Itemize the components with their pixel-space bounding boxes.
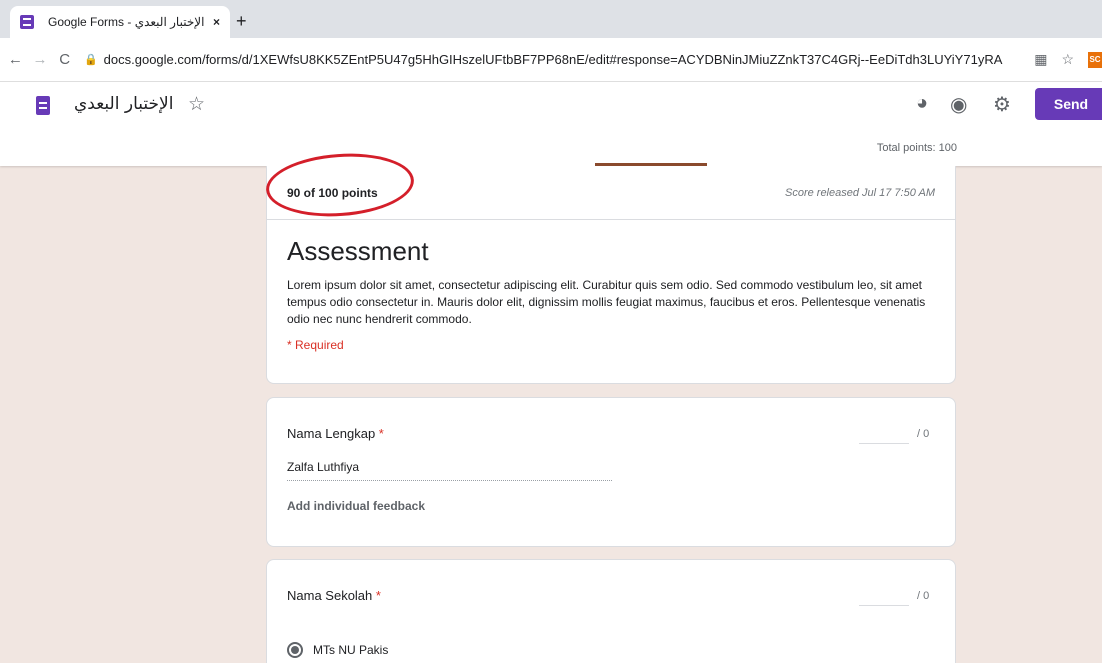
total-points: Total points: 100 <box>876 142 957 154</box>
google-forms-logo-icon[interactable] <box>36 96 50 115</box>
question-title: Nama Sekolah <box>287 588 373 603</box>
extension-icon[interactable]: SC <box>1088 51 1102 68</box>
required-asterisk: * <box>375 588 381 603</box>
points-max: / 0 <box>917 590 930 602</box>
forward-icon[interactable]: → <box>31 51 50 68</box>
required-asterisk: * <box>378 426 384 441</box>
star-icon[interactable]: ☆ <box>1061 51 1074 68</box>
points-max: / 0 <box>917 428 930 440</box>
send-button[interactable]: Send <box>1035 88 1102 120</box>
gear-icon[interactable]: ⚙ <box>993 92 1011 117</box>
radio-option[interactable]: MTs NU Pakis <box>287 642 388 658</box>
points-input[interactable] <box>859 428 909 444</box>
score-released-text: Score released Jul 17 7:50 AM <box>784 186 935 199</box>
add-feedback-button[interactable]: Add individual feedback <box>287 499 425 513</box>
score-row: 90 of 100 points Score released Jul 17 7… <box>267 166 955 220</box>
tab-title: Google Forms - الإختبار البعدي <box>48 15 205 29</box>
question-card-nama-sekolah: Nama Sekolah * / 0 MTs NU Pakis <box>266 559 956 663</box>
score-card: 90 of 100 points Score released Jul 17 7… <box>266 166 956 384</box>
tab-close-icon[interactable]: × <box>213 15 220 29</box>
browser-tabstrip: Google Forms - الإختبار البعدي × + <box>0 0 1102 38</box>
google-forms-favicon-icon <box>20 15 34 29</box>
radio-option-label: MTs NU Pakis <box>313 643 389 657</box>
palette-icon[interactable]: ◕ <box>916 92 928 115</box>
new-tab-button[interactable]: + <box>236 12 247 30</box>
lock-icon: 🔒 <box>83 54 98 66</box>
required-note: * Required <box>287 338 344 352</box>
url-text: docs.google.com/forms/d/1XEWfsU8KK5ZEntP… <box>103 52 1003 67</box>
radio-selected-icon <box>287 642 303 658</box>
browser-tab[interactable]: Google Forms - الإختبار البعدي × <box>10 6 230 38</box>
address-bar[interactable]: 🔒 docs.google.com/forms/d/1XEWfsU8KK5ZEn… <box>84 45 1026 75</box>
points-input[interactable] <box>859 590 909 606</box>
reload-icon[interactable]: C <box>55 51 74 68</box>
score-text: 90 of 100 points <box>287 185 378 200</box>
question-label: Nama Lengkap * <box>287 426 384 441</box>
question-card-nama-lengkap: Nama Lengkap * / 0 Zalfa Luthfiya Add in… <box>266 397 956 547</box>
form-title[interactable]: الإختبار البعدي <box>74 94 173 114</box>
question-title: Nama Lengkap <box>287 426 376 441</box>
answer-text: Zalfa Luthfiya <box>287 460 612 481</box>
translate-icon[interactable]: ▦ <box>1034 51 1047 68</box>
browser-toolbar: ← → C 🔒 docs.google.com/forms/d/1XEWfsU8… <box>0 38 1102 82</box>
back-icon[interactable]: ← <box>6 51 25 68</box>
question-label: Nama Sekolah * <box>287 588 381 603</box>
star-icon[interactable]: ☆ <box>188 93 205 116</box>
eye-icon[interactable]: ◉ <box>950 92 967 117</box>
assessment-title: Assessment <box>287 236 429 266</box>
form-description: Lorem ipsum dolor sit amet, consectetur … <box>287 278 926 326</box>
forms-header: الإختبار البعدي ☆ ◕ ◉ ⚙ Send Total point… <box>0 82 1102 166</box>
